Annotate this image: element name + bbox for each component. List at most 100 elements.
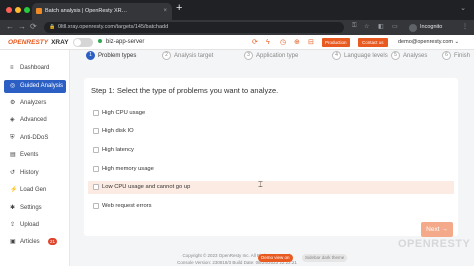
option-label: High disk IO [102, 128, 134, 134]
sidebar-item-label: Settings [20, 205, 42, 211]
sidebar-item-advanced[interactable]: ◈ Advanced [4, 114, 66, 127]
sidebar-item-label: History [20, 170, 39, 176]
step-number: 4 [332, 51, 341, 60]
option-label: High memory usage [102, 166, 154, 172]
sidebar-item-anti-ddos[interactable]: ⛨ Anti-DDoS [4, 132, 66, 145]
sidebar-item-settings[interactable]: ✱ Settings [4, 202, 66, 215]
step-finish[interactable]: 6 Finish [442, 51, 470, 61]
production-badge: Production [322, 38, 350, 47]
refresh-icon[interactable]: ⟳ [252, 37, 258, 48]
step-label: Finish [454, 53, 471, 60]
checkbox[interactable] [93, 128, 99, 134]
reload-button[interactable]: ⟳ [30, 22, 37, 31]
option-low-cpu-usage[interactable]: Low CPU usage and cannot go up [88, 181, 454, 194]
app-header: OPENRESTY XRAY biz-app-server ⟳ ϟ ◷ ⊕ ⊟ P… [0, 35, 474, 50]
contact-us-button[interactable]: Contact us [358, 38, 388, 47]
step-problem-types[interactable]: 1 Problem types [86, 51, 136, 61]
back-button[interactable]: ← [6, 22, 14, 31]
checkbox[interactable] [93, 184, 99, 190]
dashboard-icon: ≡ [10, 65, 14, 71]
option-label: Low CPU usage and cannot go up [102, 184, 191, 190]
zoom-window-dot[interactable] [24, 7, 30, 13]
server-status-dot [98, 39, 102, 44]
openresty-logo[interactable]: OPENRESTY XRAY [8, 37, 69, 48]
option-high-disk-io[interactable]: High disk IO [88, 125, 454, 138]
sidebar-item-label: Upload [20, 222, 40, 228]
mouse-cursor-icon: ⌶ [258, 180, 263, 189]
new-tab-button[interactable]: + [176, 2, 182, 14]
step-label: Application type [256, 53, 299, 60]
server-icon[interactable]: ⊟ [308, 37, 314, 48]
version-text: Console Version: 230818/3 Build Date: 08… [177, 260, 297, 265]
sidepanel-icon[interactable]: ▭ [392, 23, 398, 30]
add-icon[interactable]: ⊕ [294, 37, 300, 48]
openresty-watermark: OPENRESTY [398, 238, 471, 250]
sidebar-item-articles[interactable]: ▣ Articles 21 [4, 236, 66, 249]
url-text: 0ltll.xray.openresty.com/targets/145/bat… [58, 24, 169, 30]
sidebar-item-label: Dashboard [20, 65, 50, 71]
user-menu[interactable]: demo@openresty.com ⌄ [398, 37, 459, 48]
close-window-dot[interactable] [6, 7, 12, 13]
step-application-type[interactable]: 3 Application type [244, 51, 298, 61]
step-analyses[interactable]: 5 Analyses [391, 51, 427, 61]
sidebar-item-history[interactable]: ↺ History [4, 167, 66, 180]
shield-icon: ⛨ [10, 135, 15, 141]
tab-close-icon[interactable]: × [163, 3, 167, 20]
demo-view-toggle[interactable]: Demo view on [258, 254, 293, 262]
option-high-memory-usage[interactable]: High memory usage [88, 163, 454, 176]
sidebar-item-analyzers[interactable]: ⚙ Analyzers [4, 97, 66, 110]
server-selector[interactable]: biz-app-server [98, 37, 178, 48]
step-title: Step 1: Select the type of problems you … [91, 86, 279, 95]
sidebar-item-label: Anti-DDoS [20, 135, 49, 141]
option-label: High CPU usage [102, 110, 146, 116]
browser-menu-icon[interactable]: ⋮ [462, 23, 468, 30]
logo-suffix: XRAY [51, 39, 69, 46]
incognito-avatar-icon[interactable] [409, 24, 417, 32]
sidebar-item-label: Guided Analysis [20, 83, 64, 89]
address-bar[interactable]: 🔒 0ltll.xray.openresty.com/targets/145/b… [44, 22, 344, 33]
step-number: 2 [162, 51, 171, 60]
star-icon[interactable]: ☆ [364, 23, 369, 30]
key-icon[interactable]: ⚿ [352, 23, 357, 30]
step-label: Language levels [344, 53, 388, 60]
problem-types-card: Step 1: Select the type of problems you … [84, 78, 458, 236]
sidebar-item-load-gen[interactable]: ⚡ Load Gen [4, 184, 66, 197]
wizard-steps: 1 Problem types 2 Analysis target 3 Applica… [76, 50, 474, 64]
option-web-request-errors[interactable]: Web request errors [88, 200, 454, 213]
sidebar-item-events[interactable]: ▤ Events [4, 149, 66, 162]
browser-tab-bar: Batch analysis | OpenResty XR… × + ⌄ [0, 0, 474, 20]
lightning-icon[interactable]: ϟ [266, 37, 270, 48]
checkbox[interactable] [93, 203, 99, 209]
dark-theme-toggle[interactable]: Sidebar dark theme [302, 254, 348, 262]
events-icon: ▤ [10, 152, 16, 158]
step-analysis-target[interactable]: 2 Analysis target [162, 51, 213, 61]
sidebar-toggle[interactable] [73, 38, 93, 47]
analyzers-icon: ⚙ [10, 100, 16, 106]
sidebar-item-guided-analysis[interactable]: ◎ Guided Analysis [4, 80, 66, 93]
next-button[interactable]: Next → [421, 222, 453, 237]
checkbox[interactable] [93, 147, 99, 153]
option-high-cpu-usage[interactable]: High CPU usage [88, 107, 454, 120]
step-label: Analyses [403, 53, 428, 60]
step-number: 1 [86, 51, 95, 60]
sidebar: ≡ Dashboard ◎ Guided Analysis ⚙ Analyzers ◈… [0, 50, 70, 266]
step-language-levels[interactable]: 4 Language levels [332, 51, 388, 61]
extension-icon[interactable]: ◧ [378, 23, 384, 30]
logo-text: OPENRESTY [8, 39, 49, 46]
sidebar-item-upload[interactable]: ⇪ Upload [4, 219, 66, 232]
browser-tab[interactable]: Batch analysis | OpenResty XR… × [32, 3, 172, 20]
history-icon: ↺ [10, 170, 16, 176]
step-number: 3 [244, 51, 253, 60]
copyright-text: Copyright © 2023 OpenResty Inc. All Righ… [182, 253, 292, 258]
option-label: High latency [102, 147, 134, 153]
checkbox[interactable] [93, 166, 99, 172]
forward-button[interactable]: → [18, 22, 26, 31]
clock-icon[interactable]: ◷ [280, 37, 286, 48]
step-label: Analysis target [174, 53, 214, 60]
checkbox[interactable] [93, 110, 99, 116]
sidebar-item-dashboard[interactable]: ≡ Dashboard [4, 62, 66, 75]
minimize-window-dot[interactable] [15, 7, 21, 13]
option-high-latency[interactable]: High latency [88, 144, 454, 157]
tab-list-chevron-icon[interactable]: ⌄ [460, 4, 466, 12]
step-number: 5 [391, 51, 400, 60]
